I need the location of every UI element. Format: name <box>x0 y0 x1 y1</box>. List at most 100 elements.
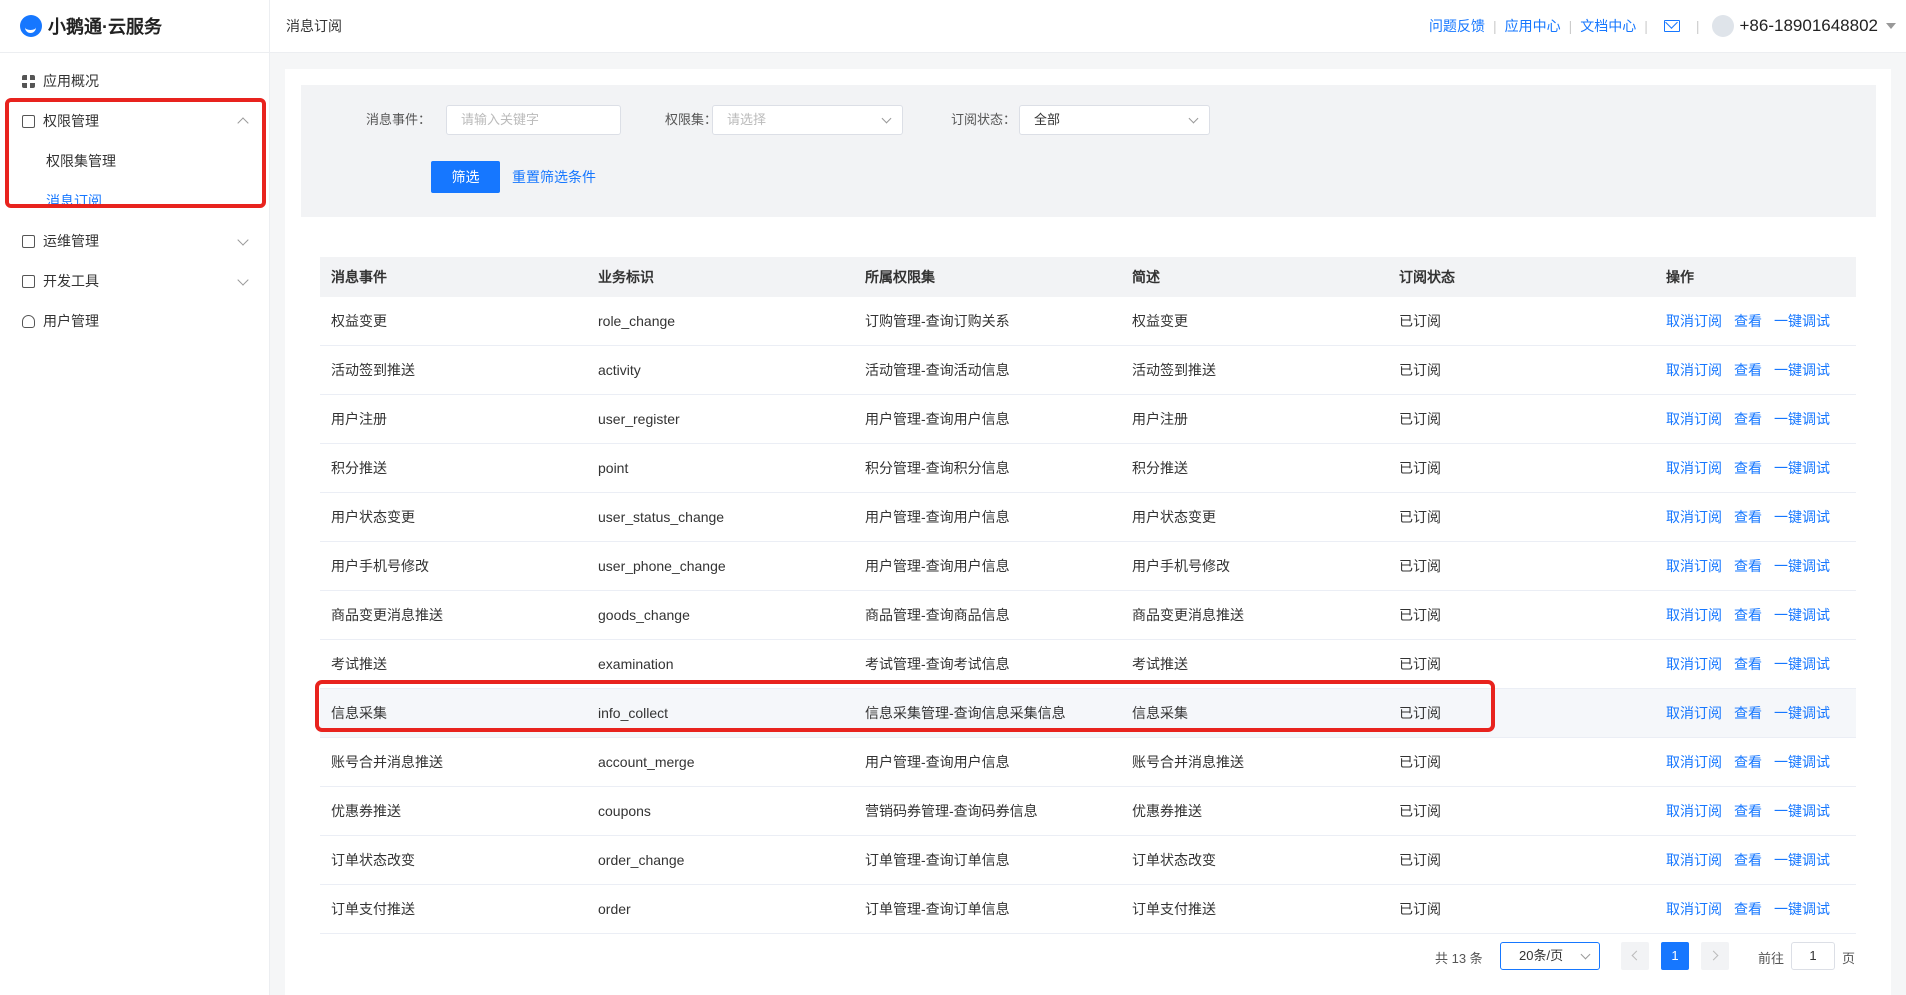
sidebar: 小鹅通·云服务 应用概况 权限管理 权限集管理 消息订阅 运维管理 开发工具 用… <box>0 0 270 995</box>
identifier-cell: user_register <box>598 411 680 427</box>
scope-cell: 订购管理-查询订购关系 <box>865 313 1010 329</box>
debug-link[interactable]: 一键调试 <box>1774 607 1830 623</box>
status-cell: 已订阅 <box>1399 803 1441 819</box>
event-cell: 账号合并消息推送 <box>331 754 443 770</box>
chevron-down-icon <box>237 234 249 246</box>
unsubscribe-link[interactable]: 取消订阅 <box>1666 852 1722 868</box>
view-link[interactable]: 查看 <box>1734 509 1762 525</box>
sidebar-item-label: 用户管理 <box>43 313 99 329</box>
summary-cell: 优惠券推送 <box>1132 803 1202 819</box>
logo[interactable]: 小鹅通·云服务 <box>0 0 269 53</box>
actions-cell: 取消订阅 查看 一键调试 <box>1655 654 1856 674</box>
view-link[interactable]: 查看 <box>1734 362 1762 378</box>
debug-link[interactable]: 一键调试 <box>1774 362 1830 378</box>
identifier-cell: point <box>598 460 629 476</box>
table-row: 权益变更 role_change 订购管理-查询订购关系 权益变更 已订阅 取消订阅 查看一… <box>320 297 1856 346</box>
page-size-select[interactable]: 20条/页 <box>1500 942 1600 970</box>
table-row: 订单支付推送 order 订单管理-查询订单信息 订单支付推送 已订阅 取消订阅 查看 一键调… <box>320 885 1856 934</box>
user-icon <box>22 314 35 328</box>
debug-link[interactable]: 一键调试 <box>1774 558 1830 574</box>
view-link[interactable]: 查看 <box>1734 656 1762 672</box>
debug-link[interactable]: 一键调试 <box>1774 852 1830 868</box>
debug-link[interactable]: 一键调试 <box>1774 705 1830 721</box>
pagination-total: 共 13 条 <box>1435 951 1483 966</box>
view-link[interactable]: 查看 <box>1734 411 1762 427</box>
reset-filter-link[interactable]: 重置筛选条件 <box>512 161 596 193</box>
page-1-button[interactable]: 1 <box>1661 942 1689 970</box>
scope-cell: 订单管理-查询订单信息 <box>865 852 1010 868</box>
actions-cell: 取消订阅 查看 一键调试 <box>1655 556 1856 576</box>
debug-link[interactable]: 一键调试 <box>1774 313 1830 329</box>
debug-link[interactable]: 一键调试 <box>1774 411 1830 427</box>
sidebar-item-user-management[interactable]: 用户管理 <box>0 301 269 341</box>
view-link[interactable]: 查看 <box>1734 803 1762 819</box>
unsubscribe-link[interactable]: 取消订阅 <box>1666 705 1722 721</box>
view-link[interactable]: 查看 <box>1734 705 1762 721</box>
scope-cell: 商品管理-查询商品信息 <box>865 607 1010 623</box>
unsubscribe-link[interactable]: 取消订阅 <box>1666 362 1722 378</box>
status-cell: 已订阅 <box>1399 313 1441 329</box>
unsubscribe-link[interactable]: 取消订阅 <box>1666 803 1722 819</box>
docs-center-link[interactable]: 文档中心 <box>1580 16 1636 36</box>
debug-link[interactable]: 一键调试 <box>1774 460 1830 476</box>
mail-icon[interactable] <box>1663 20 1680 32</box>
breadcrumb: 消息订阅 <box>286 18 342 34</box>
feedback-link[interactable]: 问题反馈 <box>1429 16 1485 36</box>
status-cell: 已订阅 <box>1399 509 1441 525</box>
summary-cell: 考试推送 <box>1132 656 1188 672</box>
goto-page-input[interactable]: 1 <box>1791 942 1835 970</box>
debug-link[interactable]: 一键调试 <box>1774 509 1830 525</box>
event-label: 消息事件： <box>366 112 432 127</box>
next-page-button[interactable] <box>1701 942 1729 970</box>
sidebar-item-dev-tools[interactable]: 开发工具 <box>0 261 269 301</box>
column-header: 消息事件 <box>331 269 387 285</box>
unsubscribe-link[interactable]: 取消订阅 <box>1666 754 1722 770</box>
filter-panel: 消息事件： 请输入关键字 权限集： 请选择 订阅状态： 全部 筛选 重置筛选条件 <box>301 85 1876 217</box>
status-select-value: 全部 <box>1034 112 1061 127</box>
view-link[interactable]: 查看 <box>1734 460 1762 476</box>
view-link[interactable]: 查看 <box>1734 852 1762 868</box>
debug-link[interactable]: 一键调试 <box>1774 901 1830 917</box>
debug-link[interactable]: 一键调试 <box>1774 656 1830 672</box>
unsubscribe-link[interactable]: 取消订阅 <box>1666 411 1722 427</box>
status-select[interactable]: 全部 <box>1019 105 1210 135</box>
column-header: 操作 <box>1666 269 1694 285</box>
unsubscribe-link[interactable]: 取消订阅 <box>1666 607 1722 623</box>
status-cell: 已订阅 <box>1399 607 1441 623</box>
actions-cell: 取消订阅 查看 一键调试 <box>1655 850 1856 870</box>
unsubscribe-link[interactable]: 取消订阅 <box>1666 656 1722 672</box>
view-link[interactable]: 查看 <box>1734 754 1762 770</box>
sidebar-item-ops-management[interactable]: 运维管理 <box>0 221 269 261</box>
scope-cell: 用户管理-查询用户信息 <box>865 509 1010 525</box>
unsubscribe-link[interactable]: 取消订阅 <box>1666 313 1722 329</box>
scope-select[interactable]: 请选择 <box>712 105 903 135</box>
user-phone[interactable]: +86-18901648802 <box>1740 16 1879 36</box>
debug-link[interactable]: 一键调试 <box>1774 803 1830 819</box>
identifier-cell: user_status_change <box>598 509 725 525</box>
summary-cell: 活动签到推送 <box>1132 362 1216 378</box>
app-center-link[interactable]: 应用中心 <box>1505 16 1561 36</box>
view-link[interactable]: 查看 <box>1734 558 1762 574</box>
view-link[interactable]: 查看 <box>1734 607 1762 623</box>
prev-page-button[interactable] <box>1621 942 1649 970</box>
view-link[interactable]: 查看 <box>1734 313 1762 329</box>
sidebar-item-app-overview[interactable]: 应用概况 <box>0 61 269 101</box>
unsubscribe-link[interactable]: 取消订阅 <box>1666 558 1722 574</box>
avatar[interactable] <box>1711 15 1734 37</box>
unsubscribe-link[interactable]: 取消订阅 <box>1666 460 1722 476</box>
filter-button[interactable]: 筛选 <box>431 161 500 193</box>
debug-link[interactable]: 一键调试 <box>1774 754 1830 770</box>
unsubscribe-link[interactable]: 取消订阅 <box>1666 901 1722 917</box>
scope-cell: 用户管理-查询用户信息 <box>865 558 1010 574</box>
column-header: 业务标识 <box>598 269 654 285</box>
event-cell: 积分推送 <box>331 460 387 476</box>
summary-cell: 用户手机号修改 <box>1132 558 1230 574</box>
event-search-input[interactable]: 请输入关键字 <box>446 105 621 135</box>
caret-down-icon[interactable] <box>1886 23 1896 29</box>
logo-icon <box>20 15 42 37</box>
event-cell: 订单支付推送 <box>331 901 415 917</box>
table-row: 用户注册 user_register 用户管理-查询用户信息 用户注册 已订阅 取消订阅查… <box>320 395 1856 444</box>
status-cell: 已订阅 <box>1399 852 1441 868</box>
unsubscribe-link[interactable]: 取消订阅 <box>1666 509 1722 525</box>
view-link[interactable]: 查看 <box>1734 901 1762 917</box>
